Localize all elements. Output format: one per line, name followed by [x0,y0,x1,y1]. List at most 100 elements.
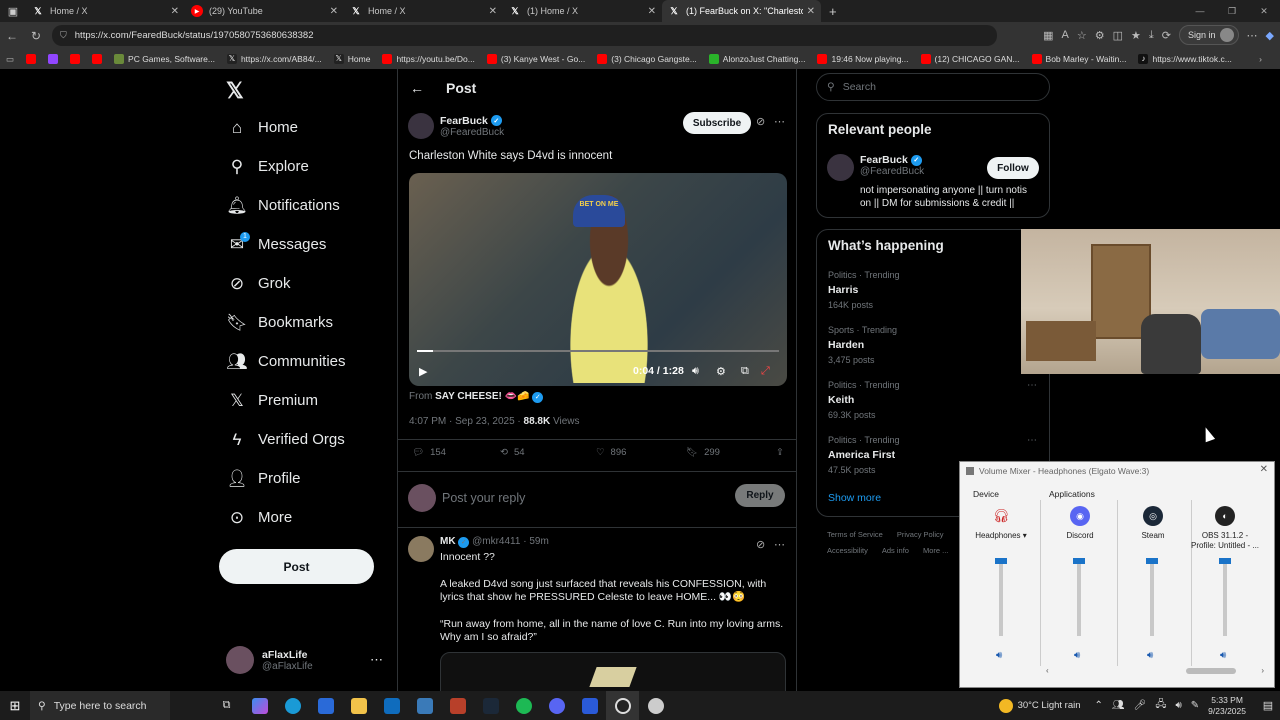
sidebar-item-messages[interactable]: ✉ 1 Messages [226,225,346,264]
sidebar-item-verified-orgs[interactable]: ϟ Verified Orgs [226,420,346,459]
task-view-icon[interactable]: ⧉ [210,691,243,720]
fullscreen-icon[interactable]: ⤢ [761,365,770,378]
account-more-icon[interactable]: ⋯ [370,652,383,668]
subscribe-button[interactable]: Subscribe [683,112,751,134]
extensions-icon[interactable]: ⚙ [1095,29,1105,42]
x-logo-icon[interactable]: 𝕏 [226,78,244,104]
tab-actions-icon[interactable]: ▣ [0,0,26,22]
post-author[interactable]: FearBuck ✓ @FearedBuck [408,113,504,139]
url-input[interactable]: ⛉ https://x.com/FearedBuck/status/197058… [52,25,997,46]
grok-icon[interactable]: ⊘ [756,538,765,551]
footer-link[interactable]: Accessibility [827,546,868,555]
scroll-left-icon[interactable]: ‹ [1046,666,1049,675]
sidebar-item-profile[interactable]: 👤︎ Profile [226,459,346,498]
app-icon[interactable] [573,691,606,720]
microphone-icon[interactable]: 🎤︎ [1134,700,1147,711]
share-icon[interactable]: ⇪ [776,447,784,458]
relevant-person[interactable]: FearBuck ✓ @FearedBuck not impersonating … [827,154,1027,209]
bookmark-item[interactable]: (3) Kanye West - Go... [486,54,585,64]
back-icon[interactable]: ← [0,29,24,43]
file-explorer-icon[interactable] [342,691,375,720]
bookmark-action[interactable]: 🔖︎ 299 [686,447,776,458]
trend-item[interactable]: Politics · Trending Harris 164K posts [828,270,900,310]
footer-link[interactable]: Terms of Service [827,530,883,539]
source-link[interactable]: SAY CHEESE! 👄🧀 [435,391,529,402]
sidebar-item-home[interactable]: ⌂ Home [226,108,346,147]
slider-thumb[interactable] [995,558,1007,564]
show-more-link[interactable]: Show more [828,492,881,504]
reply-button[interactable]: Reply [735,484,785,507]
more-options-icon[interactable]: ⋯ [774,538,785,551]
account-switcher[interactable]: aFlaxLife @aFlaxLife [226,646,313,674]
video-player[interactable]: BET ON ME ▶ 0:04 / 1:28 🔊︎ ⚙ ⧉ ⤢ [409,173,787,386]
favorites-icon[interactable]: ★ [1131,29,1141,42]
app-icon[interactable]: ▦ [1043,29,1053,42]
refresh-icon[interactable]: ↻ [24,29,48,43]
close-tab-icon[interactable]: ✕ [330,6,338,17]
windows-start-icon[interactable]: ⊞ [0,698,30,714]
close-icon[interactable]: ✕ [1260,464,1268,475]
slider-thumb[interactable] [1219,558,1231,564]
bookmark-item[interactable]: Bob Marley - Waitin... [1031,54,1126,64]
mute-speaker-icon[interactable]: 🔊︎ [1074,650,1080,661]
scroll-right-icon[interactable]: › [1261,666,1264,675]
discord-icon[interactable] [540,691,573,720]
reply-composer[interactable]: Post your reply [408,482,788,514]
obs-icon[interactable] [606,691,639,720]
like-action[interactable]: ♡ 896 [596,447,686,458]
notifications-icon[interactable]: ▤ [1256,699,1280,712]
volume-icon[interactable]: 🔊︎ [1175,700,1181,711]
more-options-icon[interactable]: ⋯ [1027,435,1037,446]
bookmark-item[interactable]: AlonzoJust Chatting... [708,54,805,64]
bookmark-youtube-icon[interactable] [70,54,81,64]
trend-item[interactable]: Politics · Trending Keith 69.3K posts [828,380,900,420]
new-tab-icon[interactable]: + [829,4,837,19]
horizontal-scrollbar[interactable]: ‹ › [1044,666,1266,676]
sidebar-item-more[interactable]: ⊙ More [226,498,346,537]
settings-gear-icon[interactable]: ⚙ [716,365,726,378]
picture-in-picture-icon[interactable]: ⧉ [741,365,749,378]
footer-link[interactable]: Ads info [882,546,909,555]
browser-tab[interactable]: ▶ (29) YouTube ✕ [185,0,344,22]
slider-thumb[interactable] [1073,558,1085,564]
browser-tab[interactable]: 𝕏 (1) Home / X ✕ [503,0,662,22]
footer-link[interactable]: More ... [923,546,948,555]
bookmark-item[interactable]: 19:46 Now playing... [817,54,909,64]
close-window-icon[interactable]: ✕ [1248,0,1280,22]
search-input[interactable]: ⚲ Search [816,73,1050,101]
footer-link[interactable]: Privacy Policy [897,530,944,539]
volume-slider[interactable] [1073,558,1085,636]
sidebar-item-communities[interactable]: 👥︎ Communities [226,342,345,381]
more-options-icon[interactable]: ⋯ [774,115,785,128]
mute-speaker-icon[interactable]: 🔊︎ [1220,650,1226,661]
video-progress-bar[interactable] [417,350,779,352]
site-info-icon[interactable]: ⛉ [60,30,67,41]
apps-icon[interactable]: ▭ [6,54,14,65]
reply-input[interactable]: Post your reply [442,491,525,505]
volume-slider[interactable] [1146,558,1158,636]
play-icon[interactable]: ▶ [419,365,427,378]
close-tab-icon[interactable]: ✕ [648,6,656,17]
app-icon[interactable] [408,691,441,720]
grok-icon[interactable]: ⊘ [756,115,765,128]
scroll-thumb[interactable] [1186,668,1236,674]
copilot-icon[interactable] [243,691,276,720]
read-aloud-icon[interactable]: A [1062,29,1069,41]
mute-speaker-icon[interactable]: 🔊︎ [996,650,1002,661]
downloads-icon[interactable]: ⤓ [1149,29,1154,42]
volume-icon[interactable]: 🔊︎ [692,365,699,378]
split-screen-icon[interactable]: ◫ [1113,29,1123,42]
bookmark-item[interactable]: 𝕏 Home [333,54,370,64]
pen-icon[interactable]: ✎ [1191,700,1199,711]
maximize-icon[interactable]: ❐ [1216,0,1248,22]
more-options-icon[interactable]: ⋯ [1027,380,1037,391]
bookmark-item[interactable]: https://youtu.be/Do... [382,54,475,64]
sign-in-button[interactable]: Sign in [1179,25,1239,45]
clock[interactable]: 5:33 PM 9/23/2025 [1208,695,1246,717]
outlook-icon[interactable] [375,691,408,720]
browser-tab-active[interactable]: 𝕏 (1) FearBuck on X: "Charleston Wh ✕ [662,0,821,22]
steam-icon[interactable] [474,691,507,720]
mute-speaker-icon[interactable]: 🔊︎ [1147,650,1153,661]
bookmark-item[interactable]: ♪ https://www.tiktok.c... [1138,54,1232,64]
bookmark-item[interactable]: 𝕏https://x.com/AB84/... [226,54,322,64]
